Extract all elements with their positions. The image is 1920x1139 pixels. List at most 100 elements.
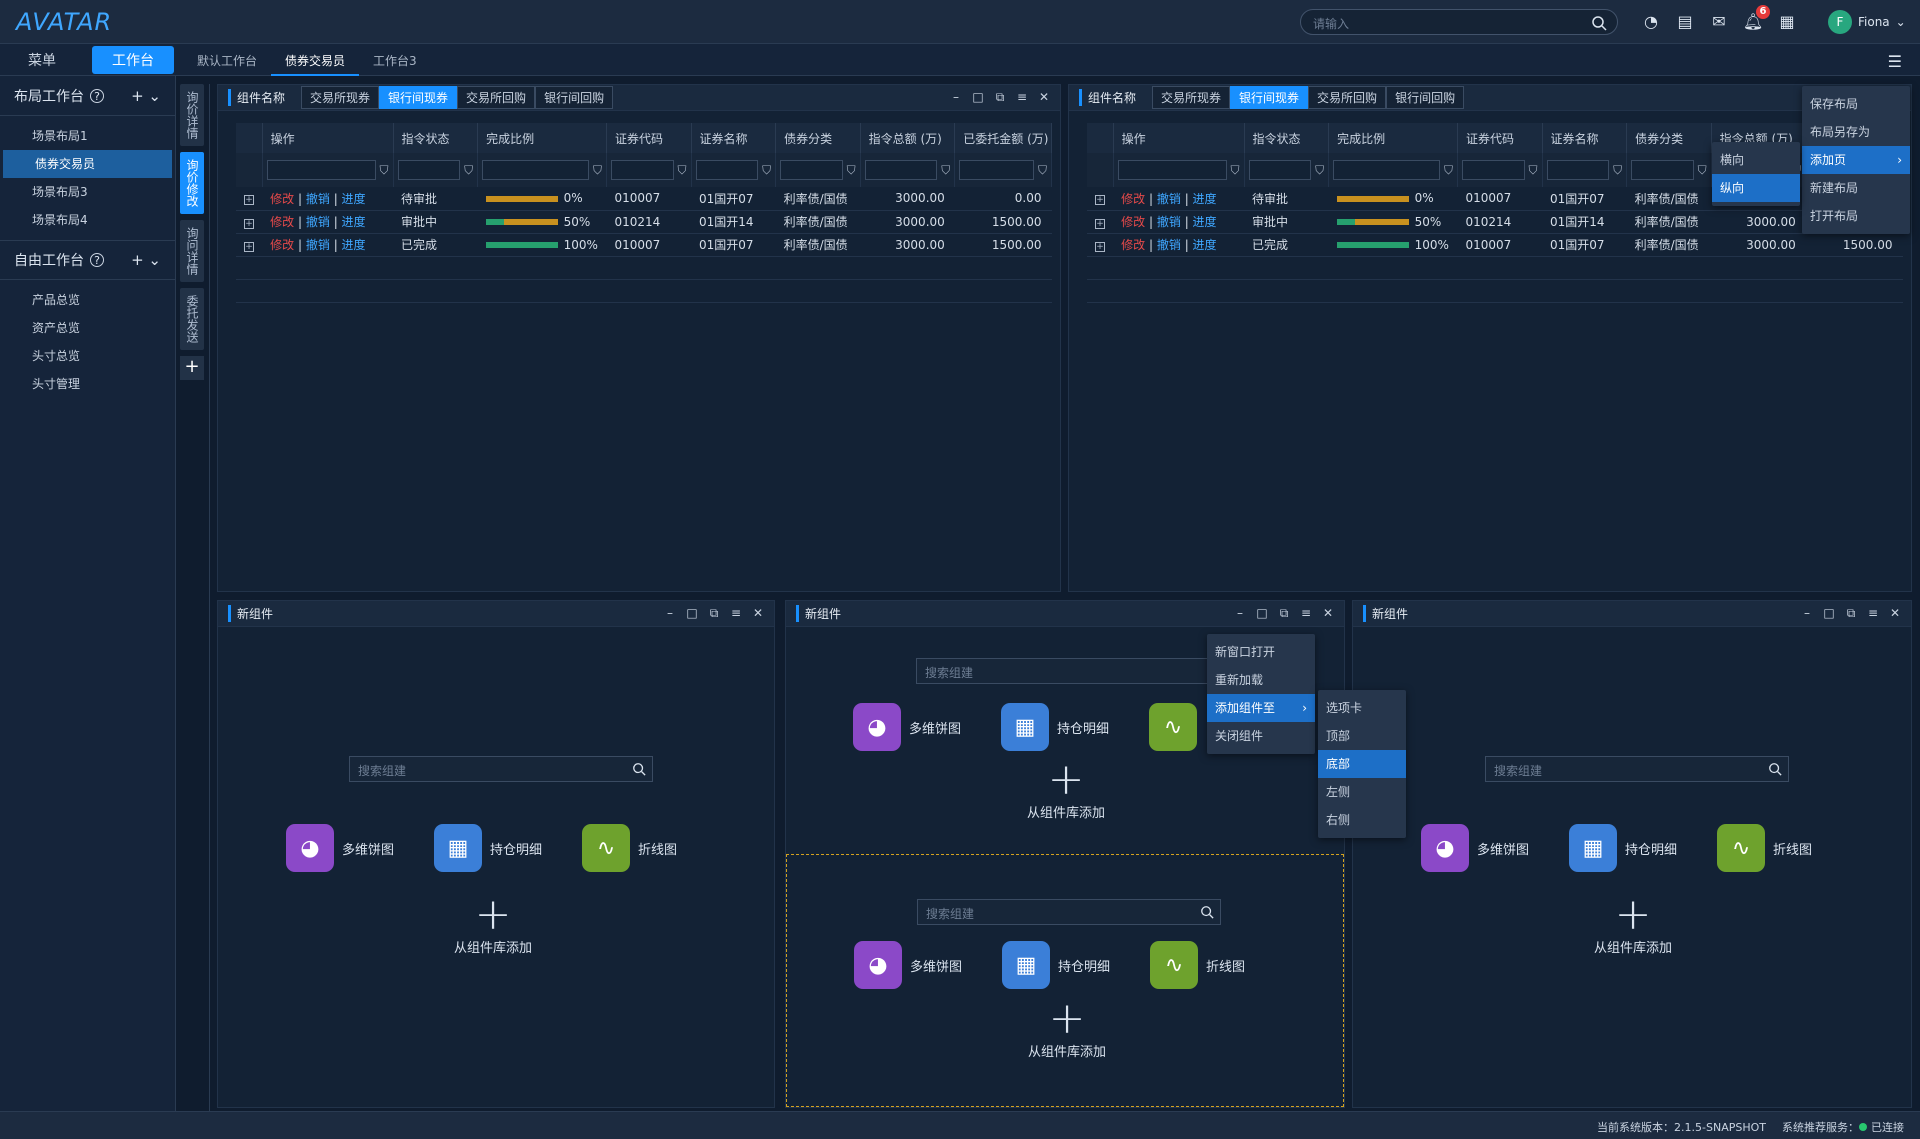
- close-icon[interactable]: ✕: [1889, 606, 1901, 621]
- free-workbench-header[interactable]: 自由工作台 ? + ⌄: [0, 240, 175, 280]
- sidebar-item-assets[interactable]: 资产总览: [0, 314, 175, 342]
- col-header[interactable]: 完成比例: [1328, 123, 1458, 153]
- user-menu[interactable]: F Fiona ⌄: [1828, 10, 1906, 34]
- col-header[interactable]: 证券代码: [606, 123, 692, 153]
- vtab-inquiry-detail[interactable]: 询价详情: [180, 84, 204, 146]
- popout-icon[interactable]: ⧉: [994, 90, 1006, 105]
- menu-item-save-layout[interactable]: 保存布局: [1802, 90, 1910, 118]
- vtab-order-send[interactable]: 委托发送: [180, 288, 204, 350]
- col-header[interactable]: 证券名称: [1542, 123, 1628, 153]
- menu-item-vertical[interactable]: 纵向: [1712, 174, 1800, 202]
- minimize-icon[interactable]: –: [1234, 606, 1246, 621]
- filter-icon[interactable]: ⛉: [593, 163, 602, 178]
- popout-icon[interactable]: ⧉: [1845, 606, 1857, 621]
- component-line[interactable]: ∿ 折线图: [1150, 941, 1245, 989]
- modify-link[interactable]: 修改: [270, 192, 294, 206]
- column-filter[interactable]: ⛉: [1461, 160, 1538, 180]
- table-row[interactable]: +修改 | 撤销 | 进度待审批0%01000701国开07利率债/国债3000…: [236, 187, 1052, 211]
- filter-icon[interactable]: ⛉: [941, 163, 950, 178]
- menu-item-top[interactable]: 顶部: [1318, 722, 1406, 750]
- cancel-link[interactable]: 撤销: [306, 238, 330, 252]
- menu-item-add-page[interactable]: 添加页 ›: [1802, 146, 1910, 174]
- cancel-link[interactable]: 撤销: [1157, 192, 1181, 206]
- filter-input[interactable]: [266, 160, 376, 180]
- tab-bond-trader[interactable]: 债券交易员: [271, 44, 360, 76]
- component-holdings[interactable]: ▦ 持仓明细: [1569, 824, 1677, 872]
- column-filter[interactable]: ⛉: [266, 160, 389, 180]
- seg-interbank-repo[interactable]: 银行间回购: [535, 86, 614, 109]
- filter-icon[interactable]: ⛉: [1698, 163, 1707, 178]
- menu-item-right[interactable]: 右侧: [1318, 806, 1406, 834]
- filter-icon[interactable]: ⛉: [847, 163, 856, 178]
- progress-link[interactable]: 进度: [342, 238, 366, 252]
- component-search-input[interactable]: 搜索组建: [349, 756, 653, 782]
- search-icon[interactable]: [1200, 905, 1214, 919]
- progress-link[interactable]: 进度: [1193, 215, 1217, 229]
- filter-input[interactable]: [780, 160, 843, 180]
- filter-icon[interactable]: ⛉: [678, 163, 687, 178]
- cancel-link[interactable]: 撤销: [306, 192, 330, 206]
- drop-zone[interactable]: 搜索组建 ◕ 多维饼图 ▦ 持仓明细 ∿ 折线图 + 从组件库添加: [786, 854, 1344, 1107]
- col-header[interactable]: 债券分类: [775, 123, 861, 153]
- sidebar-item-bond-trader[interactable]: 债券交易员: [3, 150, 172, 178]
- component-search-input[interactable]: 搜索组建: [916, 658, 1220, 684]
- col-header[interactable]: 指令状态: [1244, 123, 1330, 153]
- cancel-link[interactable]: 撤销: [1157, 238, 1181, 252]
- expand-row-icon[interactable]: +: [244, 195, 254, 206]
- menu-item-add-component-to[interactable]: 添加组件至 ›: [1207, 694, 1315, 722]
- panel-menu-icon[interactable]: ≡: [1867, 606, 1879, 621]
- column-filter[interactable]: ⛉: [482, 160, 602, 180]
- progress-link[interactable]: 进度: [342, 215, 366, 229]
- component-search-input[interactable]: 搜索组建: [917, 899, 1221, 925]
- component-holdings[interactable]: ▦ 持仓明细: [1002, 941, 1110, 989]
- menu-item-open-layout[interactable]: 打开布局: [1802, 202, 1910, 230]
- component-pie[interactable]: ◕ 多维饼图: [854, 941, 962, 989]
- sidebar-item-products[interactable]: 产品总览: [0, 286, 175, 314]
- menu-item-new-layout[interactable]: 新建布局: [1802, 174, 1910, 202]
- component-line[interactable]: ∿: [1149, 703, 1198, 751]
- global-search-input[interactable]: 请输入: [1300, 9, 1618, 35]
- component-pie[interactable]: ◕ 多维饼图: [1421, 824, 1529, 872]
- search-icon[interactable]: [632, 762, 646, 776]
- layout-workbench-header[interactable]: 布局工作台 ? + ⌄: [0, 76, 175, 116]
- filter-icon[interactable]: ⛉: [1231, 163, 1240, 178]
- add-from-library-button[interactable]: + 从组件库添加: [1553, 893, 1713, 957]
- cancel-link[interactable]: 撤销: [1157, 215, 1181, 229]
- column-filter[interactable]: ⛉: [780, 160, 856, 180]
- menu-item-open-new-window[interactable]: 新窗口打开: [1207, 638, 1315, 666]
- filter-icon[interactable]: ⛉: [1038, 163, 1047, 178]
- col-header[interactable]: 证券代码: [1457, 123, 1543, 153]
- sidebar-item-position-mgmt[interactable]: 头寸管理: [0, 370, 175, 398]
- popout-icon[interactable]: ⧉: [1278, 606, 1290, 621]
- seg-interbank-spot[interactable]: 银行间现券: [379, 86, 458, 109]
- sidebar-item-layout3[interactable]: 场景布局3: [0, 178, 175, 206]
- menu-item-horizontal[interactable]: 横向: [1712, 146, 1800, 174]
- close-icon[interactable]: ✕: [1322, 606, 1334, 621]
- filter-input[interactable]: [397, 160, 461, 180]
- help-icon[interactable]: ?: [90, 88, 104, 103]
- component-pie[interactable]: ◕ 多维饼图: [853, 703, 961, 751]
- seg-exchange-repo[interactable]: 交易所回购: [1308, 86, 1387, 109]
- filter-input[interactable]: [864, 160, 938, 180]
- table-row[interactable]: + 修改 | 撤销 | 进度 已完成 100% 010007 01国开07 利率债/国债 30…: [1087, 233, 1903, 257]
- column-filter[interactable]: ⛉: [695, 160, 771, 180]
- popout-icon[interactable]: ⧉: [708, 606, 720, 621]
- menu-item-tab[interactable]: 选项卡: [1318, 694, 1406, 722]
- menu-tab[interactable]: 菜单: [28, 50, 56, 70]
- component-line[interactable]: ∿ 折线图: [582, 824, 677, 872]
- sidebar-item-layout4[interactable]: 场景布局4: [0, 206, 175, 234]
- filter-input[interactable]: [1631, 160, 1694, 180]
- maximize-icon[interactable]: □: [1256, 606, 1268, 621]
- calendar-icon[interactable]: ▤: [1674, 11, 1696, 33]
- component-search-input[interactable]: 搜索组建: [1485, 756, 1789, 782]
- col-header[interactable]: 指令状态: [393, 123, 479, 153]
- vtab-inquiry-edit[interactable]: 询价修改: [180, 152, 204, 214]
- add-from-library-button[interactable]: + 从组件库添加: [986, 758, 1146, 822]
- expand-row-icon[interactable]: +: [1095, 218, 1105, 229]
- apps-grid-icon[interactable]: ▦: [1776, 11, 1798, 33]
- menu-item-bottom[interactable]: 底部: [1318, 750, 1406, 778]
- close-icon[interactable]: ✕: [1038, 90, 1050, 105]
- modify-link[interactable]: 修改: [270, 215, 294, 229]
- add-from-library-button[interactable]: + 从组件库添加: [413, 893, 573, 957]
- col-header[interactable]: 指令总额 (万): [860, 123, 956, 153]
